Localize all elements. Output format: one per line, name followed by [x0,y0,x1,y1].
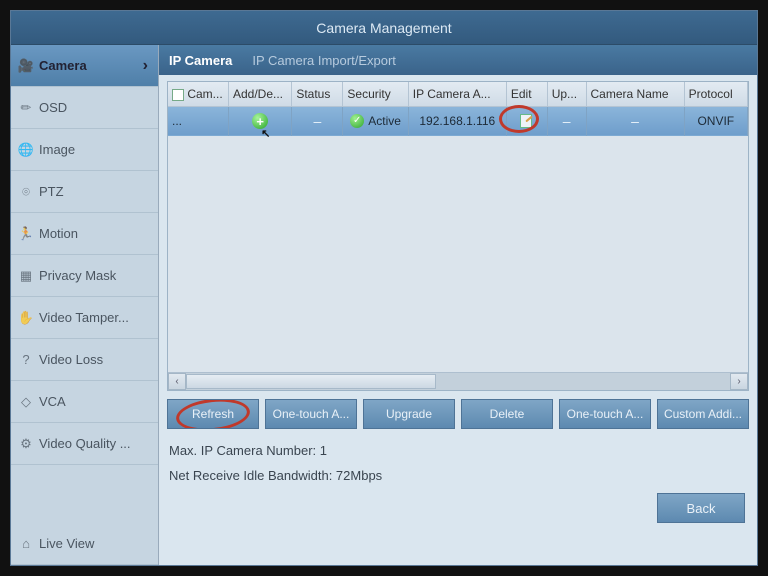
camera-table: Cam... Add/De... Status Security IP Came… [167,81,749,391]
col-camera[interactable]: Cam... [168,82,228,106]
sidebar-item-label: Motion [39,226,78,241]
sidebar-item-video-quality[interactable]: ⚙ Video Quality ... [11,423,158,465]
osd-icon: ✏ [19,101,33,115]
sidebar-item-label: Video Loss [39,352,103,367]
col-ip-address[interactable]: IP Camera A... [408,82,506,106]
scroll-left-icon[interactable]: ‹ [168,373,186,390]
sidebar-item-privacy-mask[interactable]: ▦ Privacy Mask [11,255,158,297]
col-protocol[interactable]: Protocol [684,82,747,106]
horizontal-scrollbar[interactable]: ‹ › [168,372,748,390]
window-title: Camera Management [11,11,757,45]
delete-button[interactable]: Delete [461,399,553,429]
sidebar-item-live-view[interactable]: ⌂ Live View [11,523,158,565]
check-icon: ✓ [350,114,364,128]
home-icon: ⌂ [19,537,33,551]
quality-icon: ⚙ [19,437,33,451]
col-upgrade[interactable]: Up... [547,82,586,106]
cell-upgrade: – [547,106,586,136]
refresh-button[interactable]: Refresh [167,399,259,429]
table-header-row: Cam... Add/De... Status Security IP Came… [168,82,748,106]
onetouch-add-button[interactable]: One-touch A... [265,399,357,429]
select-all-checkbox[interactable] [172,89,184,101]
table-row[interactable]: ... +↖ – ✓Active 192.168.1.116 [168,106,748,136]
sidebar-item-video-tamper[interactable]: ✋ Video Tamper... [11,297,158,339]
sidebar-item-motion[interactable]: 🏃 Motion [11,213,158,255]
scroll-right-icon[interactable]: › [730,373,748,390]
sidebar-item-camera[interactable]: 🎥 Camera [11,45,158,87]
sidebar-item-label: OSD [39,100,67,115]
cell-security: ✓Active [343,106,408,136]
sidebar: 🎥 Camera ✏ OSD 🌐 Image ⌾ PTZ 🏃 Motion ▦ [11,45,159,565]
sidebar-item-label: Video Tamper... [39,310,129,325]
col-security[interactable]: Security [343,82,408,106]
ptz-icon: ⌾ [19,185,33,199]
col-camera-name[interactable]: Camera Name [586,82,684,106]
cursor-icon: ↖ [261,127,270,140]
cell-add[interactable]: +↖ [228,106,291,136]
sidebar-item-label: Privacy Mask [39,268,116,283]
motion-icon: 🏃 [19,227,33,241]
sidebar-item-image[interactable]: 🌐 Image [11,129,158,171]
image-icon: 🌐 [19,143,33,157]
camera-icon: 🎥 [19,59,33,73]
sidebar-item-label: Live View [39,536,94,551]
cell-status: – [292,106,343,136]
cell-name: – [586,106,684,136]
back-button[interactable]: Back [657,493,745,523]
sidebar-item-label: PTZ [39,184,64,199]
tamper-icon: ✋ [19,311,33,325]
col-status[interactable]: Status [292,82,343,106]
tab-ip-camera-import-export[interactable]: IP Camera Import/Export [252,53,396,68]
onetouch-activate-button[interactable]: One-touch A... [559,399,651,429]
cell-ip: 192.168.1.116 [408,106,506,136]
max-ip-camera-text: Max. IP Camera Number: 1 [169,443,747,458]
sidebar-item-video-loss[interactable]: ? Video Loss [11,339,158,381]
tab-ip-camera[interactable]: IP Camera [169,53,232,68]
col-edit[interactable]: Edit [506,82,547,106]
edit-icon[interactable] [520,113,534,127]
col-add-delete[interactable]: Add/De... [228,82,291,106]
scroll-thumb[interactable] [186,374,436,389]
vca-icon: ◇ [19,395,33,409]
scroll-track[interactable] [186,373,730,390]
sidebar-item-osd[interactable]: ✏ OSD [11,87,158,129]
sidebar-item-label: Image [39,142,75,157]
sidebar-item-vca[interactable]: ◇ VCA [11,381,158,423]
loss-icon: ? [19,353,33,367]
sidebar-item-label: Video Quality ... [39,436,131,451]
cell-protocol: ONVIF [684,106,747,136]
upgrade-button[interactable]: Upgrade [363,399,455,429]
custom-add-button[interactable]: Custom Addi... [657,399,749,429]
sidebar-item-label: VCA [39,394,66,409]
sidebar-item-ptz[interactable]: ⌾ PTZ [11,171,158,213]
cell-edit[interactable] [506,106,547,136]
add-icon[interactable]: +↖ [252,113,268,129]
privacy-icon: ▦ [19,269,33,283]
tab-bar: IP Camera IP Camera Import/Export [159,45,757,75]
cell-camera: ... [168,106,228,136]
bandwidth-text: Net Receive Idle Bandwidth: 72Mbps [169,468,747,483]
sidebar-item-label: Camera [39,58,87,73]
